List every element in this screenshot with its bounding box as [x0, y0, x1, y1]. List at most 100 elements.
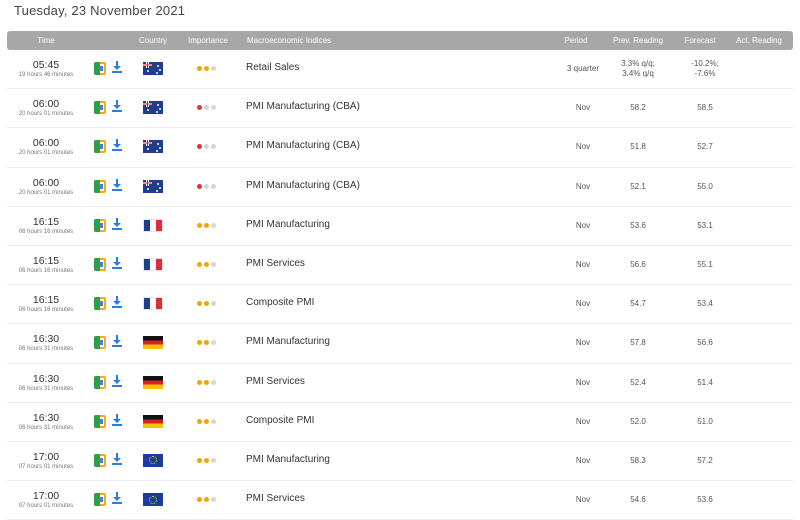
header-time[interactable]: Time	[7, 36, 85, 45]
importance-indicator	[197, 183, 227, 190]
header-indices[interactable]: Macroeconomic Indices	[247, 36, 331, 45]
period-value: 3 quarter	[566, 64, 600, 73]
importance-dot	[211, 418, 216, 424]
importance-dot	[211, 497, 216, 503]
importance-dot	[211, 183, 216, 189]
download-icon[interactable]	[111, 139, 123, 152]
add-to-calendar-icon[interactable]	[94, 297, 106, 311]
add-to-calendar-icon[interactable]	[94, 375, 106, 389]
indicator-name[interactable]: Composite PMI	[246, 297, 314, 308]
importance-dot	[204, 497, 209, 503]
indicator-name[interactable]: PMI Manufacturing (CBA)	[246, 180, 360, 191]
forecast-line: -7.6%	[694, 69, 716, 78]
importance-dot	[204, 222, 209, 228]
download-icon[interactable]	[111, 374, 123, 388]
header-country[interactable]: Country	[137, 36, 169, 45]
indicator-name[interactable]: PMI Manufacturing	[246, 219, 330, 230]
add-to-calendar-icon[interactable]	[94, 179, 106, 193]
importance-dot	[197, 418, 202, 424]
prev-value: 54.7	[630, 299, 646, 309]
indicator-name[interactable]: Retail Sales	[246, 62, 299, 73]
event-time: 16:30 06 hours 31 minutes	[7, 373, 85, 393]
time-value: 17:00	[32, 450, 60, 463]
table-row: 06:00 20 hours 01 minutes PMI Manufacturin…	[7, 128, 793, 168]
period-value: Nov	[575, 220, 591, 230]
header-forecast[interactable]: Forecast	[670, 36, 730, 45]
time-value: 06:00	[32, 98, 60, 111]
add-to-calendar-icon[interactable]	[94, 62, 106, 75]
event-time: 16:30 06 hours 31 minutes	[7, 333, 85, 353]
indicator-name[interactable]: PMI Services	[246, 376, 305, 387]
importance-indicator	[197, 340, 227, 346]
importance-dot	[211, 105, 216, 111]
period-value: Nov	[575, 142, 591, 152]
download-icon[interactable]	[111, 335, 123, 348]
indicator-name[interactable]: PMI Services	[246, 258, 305, 269]
add-to-calendar-icon[interactable]	[94, 493, 106, 507]
header-period[interactable]: Period	[552, 36, 600, 45]
importance-dot	[211, 222, 216, 228]
event-time: 06:00 20 hours 01 minutes	[7, 137, 85, 157]
download-icon[interactable]	[111, 100, 123, 113]
header-actual-reading[interactable]: Act. Reading	[729, 36, 789, 45]
importance-dot	[197, 66, 202, 71]
add-to-calendar-icon[interactable]	[94, 140, 106, 154]
table-row: 16:15 06 hours 16 minutes PMI Manufacturin…	[7, 207, 793, 246]
importance-dot	[204, 105, 209, 111]
table-row: 16:30 06 hours 31 minutes PMI Services Nov 5…	[7, 364, 793, 403]
page-title: Tuesday, 23 November 2021	[14, 3, 186, 18]
download-icon[interactable]	[111, 296, 123, 309]
importance-indicator	[197, 66, 227, 72]
importance-dot	[211, 144, 216, 150]
period-value: Nov	[575, 416, 591, 426]
importance-dot	[197, 183, 202, 189]
indicator-name[interactable]: PMI Services	[246, 493, 305, 504]
event-time: 06:00 20 hours 01 minutes	[7, 98, 85, 118]
indicator-name[interactable]: Composite PMI	[246, 415, 314, 426]
download-icon[interactable]	[111, 256, 123, 270]
download-icon[interactable]	[111, 217, 123, 231]
prev-line: 3.3% q/q;	[621, 59, 655, 68]
australia-flag-icon	[143, 62, 163, 75]
download-icon[interactable]	[111, 61, 123, 74]
add-to-calendar-icon[interactable]	[94, 218, 106, 232]
prev-value: 52.1	[630, 181, 646, 191]
add-to-calendar-icon[interactable]	[94, 414, 106, 428]
download-icon[interactable]	[111, 413, 123, 427]
download-icon[interactable]	[111, 492, 123, 505]
download-icon[interactable]	[111, 178, 123, 192]
economic-calendar-table: Time Country Importance Macroeconomic In…	[7, 31, 793, 520]
indicator-name[interactable]: PMI Manufacturing	[246, 454, 330, 465]
add-to-calendar-icon[interactable]	[94, 336, 106, 350]
germany-flag-icon	[143, 336, 163, 350]
prev-value: 3.3% q/q; 3.4% q/q	[607, 59, 669, 79]
importance-dot	[197, 261, 202, 267]
forecast-value: 56.6	[697, 338, 713, 348]
time-remaining: 20 hours 01 minutes	[18, 111, 74, 118]
header-prev-reading[interactable]: Prev. Reading	[607, 36, 669, 45]
indicator-name[interactable]: PMI Manufacturing (CBA)	[246, 101, 360, 112]
importance-indicator	[197, 379, 227, 386]
time-remaining: 06 hours 31 minutes	[18, 385, 74, 392]
add-to-calendar-icon[interactable]	[94, 257, 106, 271]
indicator-name[interactable]: PMI Manufacturing (CBA)	[246, 140, 360, 151]
time-value: 16:15	[32, 215, 60, 228]
time-value: 16:30	[32, 333, 60, 346]
indicator-name[interactable]: PMI Manufacturing	[246, 336, 330, 347]
time-value: 17:00	[32, 490, 60, 503]
importance-indicator	[197, 261, 227, 268]
forecast-value: 52.7	[697, 142, 713, 152]
header-importance[interactable]: Importance	[185, 36, 231, 45]
download-icon[interactable]	[111, 452, 123, 466]
add-to-calendar-icon[interactable]	[94, 453, 106, 467]
forecast-value: -10.2%; -7.6%	[670, 59, 740, 79]
prev-line: 3.4% q/q	[622, 69, 654, 78]
germany-flag-icon	[143, 375, 163, 389]
add-to-calendar-icon[interactable]	[94, 101, 106, 115]
importance-dot	[197, 497, 202, 503]
forecast-value: 53.1	[697, 220, 713, 230]
period-value: Nov	[575, 377, 591, 387]
eu-flag-icon	[143, 493, 163, 507]
prev-value: 56.6	[630, 259, 646, 269]
forecast-value: 53.4	[697, 299, 713, 309]
